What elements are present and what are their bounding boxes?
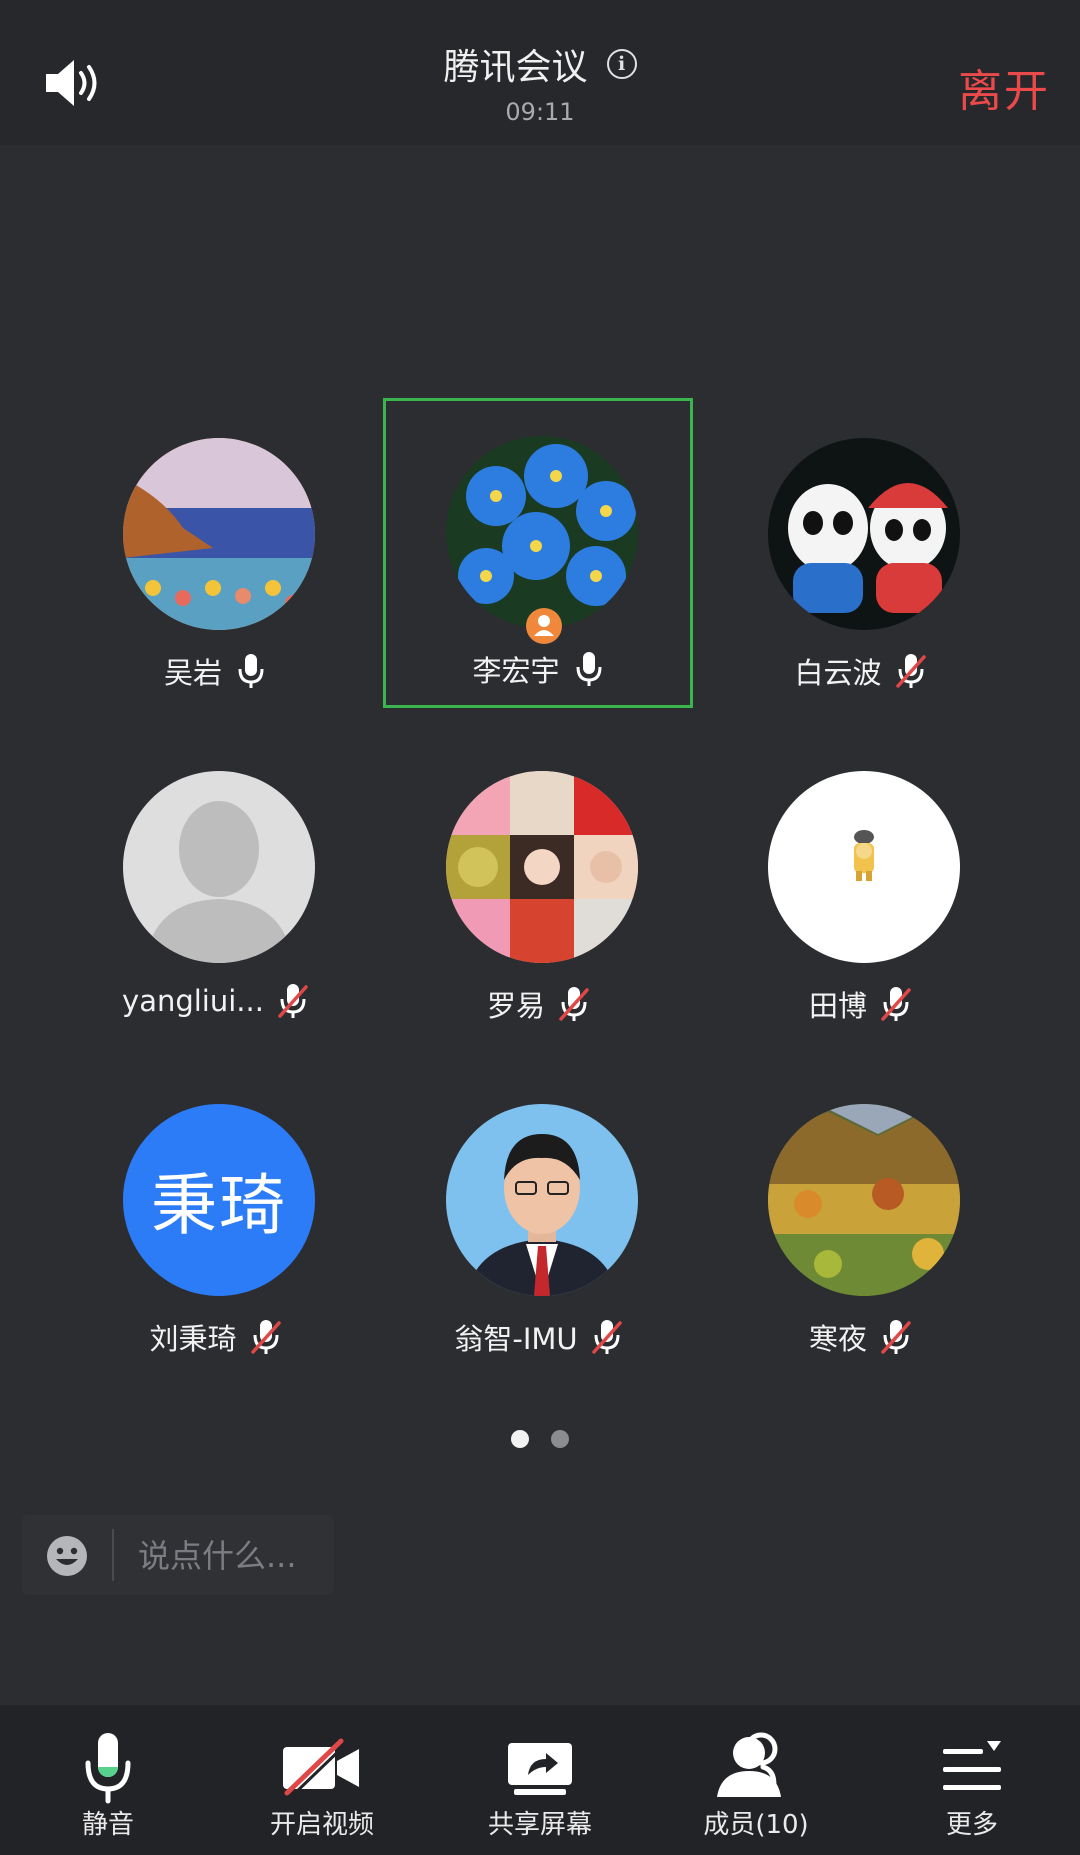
info-icon[interactable]: i: [606, 49, 637, 79]
mic-muted-icon: [881, 987, 911, 1021]
participant-tile[interactable]: 罗易: [383, 733, 693, 1043]
participant-name: 刘秉琦: [149, 1322, 237, 1356]
bottom-toolbar: 静音 开启视频 共享屏幕 成员(10) 更多: [0, 1705, 1080, 1855]
meeting-timer: 09:11: [505, 98, 575, 126]
participant-tile-active[interactable]: 李宏宇: [383, 398, 693, 708]
mic-muted-icon: [881, 1320, 911, 1354]
share-screen-icon: [508, 1743, 572, 1795]
participant-tile[interactable]: 翁智-IMU: [383, 1066, 693, 1376]
participant-name: 翁智-IMU: [454, 1322, 578, 1356]
divider: [112, 1529, 114, 1581]
start-video-label: 开启视频: [269, 1810, 374, 1840]
share-screen-button[interactable]: 共享屏幕: [440, 1705, 640, 1855]
host-badge-icon: [526, 608, 562, 644]
participant-tile[interactable]: 吴岩: [60, 400, 370, 710]
participant-tile[interactable]: 寒夜: [705, 1066, 1015, 1376]
participant-name: 吴岩: [163, 656, 222, 690]
leave-button[interactable]: 离开: [958, 55, 1050, 119]
avatar: [123, 771, 315, 963]
avatar: [446, 436, 638, 628]
start-video-button[interactable]: 开启视频: [222, 1705, 422, 1855]
participant-name: 白云波: [794, 656, 882, 690]
microphone-icon: [85, 1733, 131, 1804]
avatar: [768, 771, 960, 963]
top-bar: 腾讯会议 i 09:11 离开: [0, 0, 1080, 145]
participant-tile[interactable]: 田博: [705, 733, 1015, 1043]
avatar: [446, 1104, 638, 1296]
meeting-title: 腾讯会议: [443, 47, 588, 88]
page-dot-active[interactable]: [511, 1430, 529, 1448]
participant-name: yangliui...: [122, 984, 264, 1018]
participant-name: 寒夜: [808, 1322, 867, 1356]
participant-name: 李宏宇: [472, 654, 560, 688]
more-label: 更多: [945, 1810, 998, 1840]
mic-muted-icon: [591, 1320, 622, 1354]
avatar: [446, 771, 638, 963]
avatar: [768, 1104, 960, 1296]
participant-tile[interactable]: 秉琦 刘秉琦: [60, 1066, 370, 1376]
mic-muted-icon: [278, 984, 308, 1018]
avatar-text: 秉琦: [151, 1167, 287, 1244]
avatar: [768, 438, 960, 630]
share-screen-label: 共享屏幕: [487, 1810, 592, 1840]
chat-input[interactable]: [136, 1531, 330, 1581]
more-button[interactable]: 更多: [872, 1705, 1072, 1855]
participant-tile[interactable]: yangliui...: [60, 733, 370, 1043]
mute-label: 静音: [81, 1810, 134, 1840]
mute-button[interactable]: 静音: [8, 1705, 208, 1855]
emoji-icon[interactable]: [46, 1535, 88, 1577]
page-dot[interactable]: [551, 1430, 569, 1448]
more-menu-icon: [943, 1741, 1001, 1790]
members-label: 成员(10): [703, 1810, 809, 1840]
members-button[interactable]: 成员(10): [656, 1705, 856, 1855]
chat-bar: [22, 1515, 334, 1595]
mic-muted-icon: [559, 987, 589, 1021]
participant-tile[interactable]: 白云波: [705, 400, 1015, 710]
members-icon: [717, 1732, 781, 1797]
participant-name: 罗易: [486, 989, 545, 1023]
mic-muted-icon: [250, 1320, 281, 1354]
mic-muted-icon: [895, 654, 926, 688]
avatar: [123, 438, 315, 630]
avatar: 秉琦: [123, 1104, 315, 1296]
video-off-icon: [283, 1738, 359, 1799]
mic-on-icon: [238, 654, 264, 688]
mic-on-icon: [576, 652, 601, 686]
participant-name: 田博: [808, 989, 867, 1023]
page-indicator: [0, 1430, 1080, 1448]
